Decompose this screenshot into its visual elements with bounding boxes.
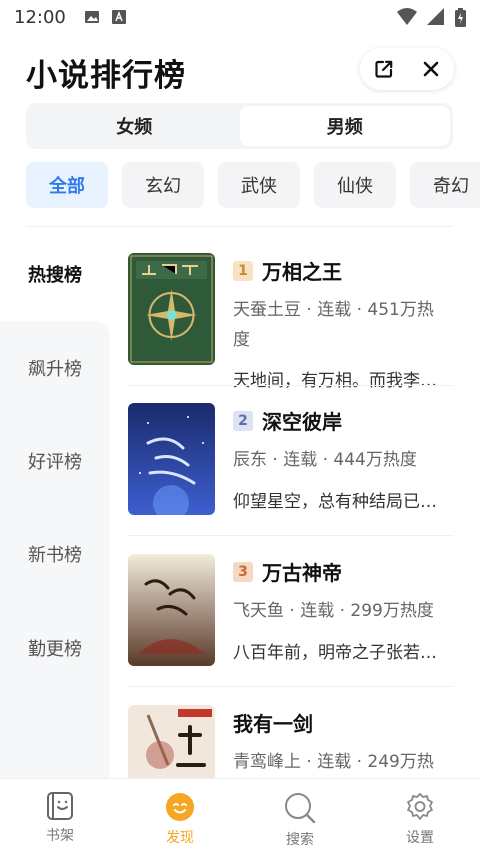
rank-nav-hot-search[interactable]: 热搜榜 <box>28 261 82 287</box>
book-meta: 天蚕土豆 · 连载 · 451万热度 <box>233 300 434 350</box>
close-icon <box>423 61 438 77</box>
book-cover <box>128 403 215 515</box>
book-item[interactable]: 3 万古神帝 飞天鱼 · 连载 · 299万热度 八百年前，明帝之子张若尘... <box>128 554 454 684</box>
category-xianxia[interactable]: 仙侠 <box>314 162 396 208</box>
category-all[interactable]: 全部 <box>26 162 108 208</box>
page-title: 小说排行榜 <box>26 58 186 94</box>
book-cover-art <box>128 403 215 515</box>
item-divider <box>128 385 454 386</box>
book-description: 八百年前，明帝之子张若尘... <box>233 643 453 663</box>
rank-nav-new-books[interactable]: 新书榜 <box>28 541 82 567</box>
image-icon <box>84 11 99 23</box>
gender-tabs: 女频 男频 <box>26 103 453 149</box>
category-wuxia[interactable]: 武侠 <box>218 162 300 208</box>
mini-program-capsule <box>360 48 454 90</box>
rank-nav-frequent-updates[interactable]: 勤更榜 <box>28 635 82 661</box>
nav-tab-settings[interactable]: 设置 <box>360 779 480 853</box>
book-cover-art <box>128 253 215 365</box>
category-filter: 全部 玄幻 武侠 仙侠 奇幻 <box>26 162 480 208</box>
nav-tab-discover[interactable]: 发现 <box>120 779 240 853</box>
discover-icon <box>166 793 194 821</box>
book-meta: 飞天鱼 · 连载 · 299万热度 <box>233 601 434 621</box>
wifi-icon <box>397 8 417 25</box>
rank-badge: 3 <box>233 562 253 582</box>
divider <box>26 226 453 227</box>
settings-icon <box>407 793 433 820</box>
rank-nav-top-rated[interactable]: 好评榜 <box>28 448 82 474</box>
book-item[interactable]: 2 深空彼岸 辰东 · 连载 · 444万热度 仰望星空，总有种结局已注定... <box>128 403 454 533</box>
tab-male[interactable]: 男频 <box>239 106 450 146</box>
item-divider <box>128 535 454 536</box>
tab-female[interactable]: 女频 <box>29 106 240 146</box>
battery-icon <box>455 7 466 27</box>
rank-nav-rising[interactable]: 飙升榜 <box>28 355 82 381</box>
rank-badge: 2 <box>233 411 253 431</box>
rank-nav: 热搜榜 飙升榜 好评榜 新书榜 勤更榜 <box>0 245 110 791</box>
book-cover-art <box>128 554 215 666</box>
nav-label: 发现 <box>166 830 194 846</box>
book-title: 我有一剑 <box>233 712 313 736</box>
bookshelf-icon <box>47 792 73 820</box>
text-app-icon <box>111 10 126 24</box>
item-divider <box>128 686 454 687</box>
book-description: 天地间，有万相。而我李洛... <box>233 371 453 391</box>
bottom-nav: 书架 发现 搜索 设置 <box>0 778 480 853</box>
nav-label: 设置 <box>406 830 434 846</box>
book-cover <box>128 253 215 365</box>
book-title: 深空彼岸 <box>262 410 342 434</box>
status-bar: 12:00 <box>0 0 480 34</box>
book-item[interactable]: 1 万相之王 天蚕土豆 · 连载 · 451万热度 天地间，有万相。而我李洛..… <box>128 253 454 391</box>
nav-tab-search[interactable]: 搜索 <box>240 779 360 853</box>
search-icon <box>285 793 316 824</box>
rank-badge: 1 <box>233 261 253 281</box>
book-description: 仰望星空，总有种结局已注定... <box>233 492 453 512</box>
nav-label: 书架 <box>46 828 74 844</box>
book-title: 万相之王 <box>262 260 342 284</box>
share-button[interactable] <box>360 48 407 90</box>
close-button[interactable] <box>407 48 454 90</box>
nav-label: 搜索 <box>286 832 314 848</box>
category-qihuan[interactable]: 奇幻 <box>410 162 480 208</box>
status-time: 12:00 <box>14 6 66 28</box>
share-icon <box>374 60 392 78</box>
book-cover <box>128 554 215 666</box>
nav-tab-bookshelf[interactable]: 书架 <box>0 779 120 853</box>
category-xuanhuan[interactable]: 玄幻 <box>122 162 204 208</box>
book-title: 万古神帝 <box>262 561 342 585</box>
signal-icon <box>427 8 444 25</box>
book-meta: 辰东 · 连载 · 444万热度 <box>233 450 417 470</box>
